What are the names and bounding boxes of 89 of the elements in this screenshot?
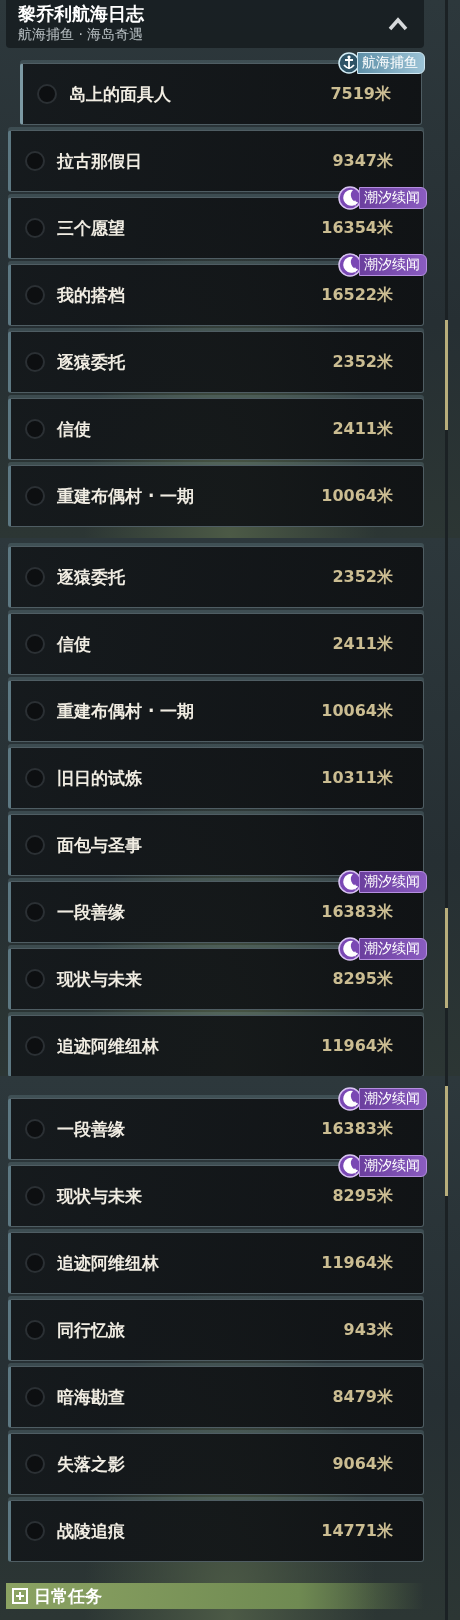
quest-name: 拉古那假日 [57,149,142,173]
radio-button[interactable] [25,1036,45,1056]
quest-name: 一段善缘 [57,1117,125,1141]
distance-label: 16383米 [321,901,393,923]
radio-button[interactable] [25,969,45,989]
radio-button[interactable] [25,1521,45,1541]
quest-name: 追迹阿维纽林 [57,1034,159,1058]
radio-button[interactable] [25,419,45,439]
quest-name: 重建布偶村 · 一期 [57,699,195,723]
distance-label: 9064米 [332,1453,393,1475]
radio-button[interactable] [25,902,45,922]
quest-name: 逐猿委托 [57,565,125,589]
distance-label: 16522米 [321,284,393,306]
radio-button[interactable] [25,835,45,855]
quest-row[interactable]: 失落之影 9064米 [8,1433,424,1495]
radio-button[interactable] [25,768,45,788]
distance-label: 11964米 [321,1035,393,1057]
distance-label: 2352米 [332,566,393,588]
radio-button[interactable] [25,1454,45,1474]
distance-label: 16383米 [321,1118,393,1140]
quest-row[interactable]: 追迹阿维纽林 11964米 [8,1015,424,1076]
quest-name: 同行忆旅 [57,1318,125,1342]
distance-label: 10311米 [321,767,393,789]
radio-button[interactable] [25,285,45,305]
quest-tag: 潮汐续闻 [359,254,427,276]
chevron-up-icon[interactable] [388,17,408,31]
distance-label: 8295米 [332,968,393,990]
radio-button[interactable] [25,1119,45,1139]
quest-row[interactable]: 信使 2411米 [8,398,424,460]
quest-row[interactable]: 信使 2411米 [8,613,424,675]
radio-button[interactable] [25,567,45,587]
quest-tag: 潮汐续闻 [359,1088,427,1110]
log-title: 黎乔利航海日志 [18,4,144,24]
quest-name: 暗海勘查 [57,1385,125,1409]
distance-label: 2352米 [332,351,393,373]
quest-row[interactable]: 重建布偶村 · 一期 10064米 [8,680,424,742]
radio-button[interactable] [25,1320,45,1340]
section-title: 日常任务 [34,1584,102,1608]
distance-label: 2411米 [332,633,393,655]
quest-name: 现状与未来 [57,967,142,991]
log-subtitle: 航海捕鱼 · 海岛奇遇 [18,25,144,44]
distance-label: 8479米 [332,1386,393,1408]
quest-name: 我的搭档 [57,283,125,307]
quest-row[interactable]: 战陵追痕 14771米 [8,1500,424,1562]
quest-row[interactable]: 重建布偶村 · 一期 10064米 [8,465,424,527]
quest-row[interactable]: 追迹阿维纽林 11964米 [8,1232,424,1294]
distance-label: 8295米 [332,1185,393,1207]
quest-row[interactable]: 同行忆旅 943米 [8,1299,424,1361]
quest-row[interactable]: 逐猿委托 2352米 [8,546,424,608]
quest-row[interactable]: 旧日的试炼 10311米 [8,747,424,809]
quest-name: 旧日的试炼 [57,766,142,790]
distance-label: 2411米 [332,418,393,440]
quest-name: 一段善缘 [57,900,125,924]
quest-row[interactable]: 暗海勘查 8479米 [8,1366,424,1428]
quest-name: 失落之影 [57,1452,125,1476]
radio-button[interactable] [25,701,45,721]
quest-tag: 航海捕鱼 [357,52,425,74]
distance-label: 11964米 [321,1252,393,1274]
distance-label: 9347米 [332,150,393,172]
quest-name: 信使 [57,632,91,656]
radio-button[interactable] [25,1186,45,1206]
radio-button[interactable] [25,1253,45,1273]
quest-name: 信使 [57,417,91,441]
quest-name: 岛上的面具人 [69,82,171,106]
radio-button[interactable] [25,218,45,238]
radio-button[interactable] [25,151,45,171]
quest-row[interactable]: 逐猿委托 2352米 [8,331,424,393]
quest-name: 现状与未来 [57,1184,142,1208]
distance-label: 10064米 [321,700,393,722]
quest-tag: 潮汐续闻 [359,871,427,893]
radio-button[interactable] [25,634,45,654]
distance-label: 14771米 [321,1520,393,1542]
distance-label: 10064米 [321,485,393,507]
radio-button[interactable] [25,1387,45,1407]
distance-label: 16354米 [321,217,393,239]
quest-name: 逐猿委托 [57,350,125,374]
radio-button[interactable] [37,84,57,104]
quest-name: 追迹阿维纽林 [57,1251,159,1275]
distance-label: 943米 [343,1319,393,1341]
quest-name: 重建布偶村 · 一期 [57,484,195,508]
quest-name: 战陵追痕 [57,1519,125,1543]
quest-tag: 潮汐续闻 [359,938,427,960]
quest-tag: 潮汐续闻 [359,1155,427,1177]
radio-button[interactable] [25,486,45,506]
quest-tag: 潮汐续闻 [359,187,427,209]
quest-name: 面包与圣事 [57,833,142,857]
quest-name: 三个愿望 [57,216,125,240]
radio-button[interactable] [25,352,45,372]
distance-label: 7519米 [330,83,391,105]
